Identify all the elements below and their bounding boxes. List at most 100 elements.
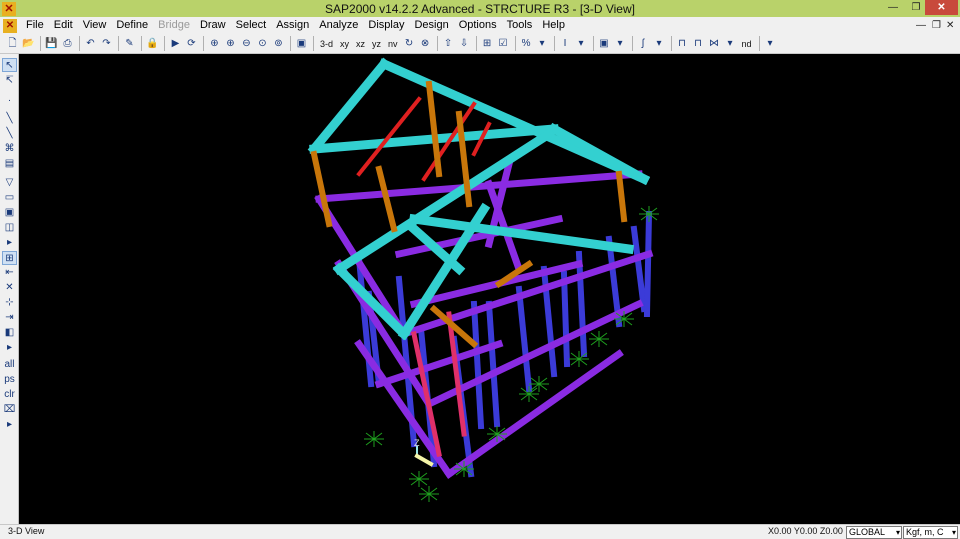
joint-support-icon[interactable] [364, 431, 384, 447]
menu-analyze[interactable]: Analyze [314, 17, 363, 34]
select-previous-icon[interactable]: ⇤ [2, 266, 17, 280]
menu-tools[interactable]: Tools [502, 17, 538, 34]
coordinate-system-select[interactable]: GLOBAL ▾ [846, 526, 902, 539]
show-all-icon[interactable]: ⌧ [2, 403, 17, 417]
percent-icon[interactable]: % [519, 36, 534, 52]
timber-frame[interactable] [375, 165, 398, 233]
dropdown-arrow-icon[interactable]: ▾ [613, 36, 628, 52]
view-3d-button[interactable]: 3-d [317, 36, 336, 52]
column-frame[interactable] [515, 285, 533, 393]
menu-display[interactable]: Display [363, 17, 409, 34]
save-icon[interactable]: 💾 [44, 36, 59, 52]
deformed-shape-icon[interactable]: ʃ [636, 36, 651, 52]
3d-view-canvas[interactable]: Z [19, 54, 960, 524]
reshape-icon[interactable]: ↸ [2, 74, 17, 88]
draw-frame-icon[interactable]: ╲ [2, 112, 17, 126]
intersecting-line-icon[interactable]: ⊹ [2, 296, 17, 310]
menu-define[interactable]: Define [111, 17, 153, 34]
menu-bridge[interactable]: Bridge [153, 17, 195, 34]
roof-beam-frame[interactable] [332, 127, 556, 276]
dropdown-arrow-icon[interactable]: ▾ [723, 36, 738, 52]
dropdown-arrow-icon[interactable]: ▾ [763, 36, 778, 52]
menu-assign[interactable]: Assign [271, 17, 314, 34]
select-all-icon[interactable]: ⊞ [2, 251, 17, 265]
dropdown-arrow-icon[interactable]: ▾ [535, 36, 550, 52]
view-yz-button[interactable]: yz [369, 36, 384, 52]
column-frame[interactable] [630, 225, 648, 313]
column-frame[interactable] [470, 300, 485, 430]
move-down-icon[interactable]: ⇩ [457, 36, 472, 52]
joint-support-icon[interactable] [529, 376, 549, 392]
zoom-window-icon[interactable]: ⊕ [207, 36, 222, 52]
clear-selection-icon[interactable]: ✕ [2, 281, 17, 295]
zoom-out-icon[interactable]: ⊖ [239, 36, 254, 52]
menu-help[interactable]: Help [537, 17, 570, 34]
redo-icon[interactable]: ↷ [99, 36, 114, 52]
quick-frame-icon[interactable]: ⌘ [2, 142, 17, 156]
draw-rect-area-icon[interactable]: ▭ [2, 191, 17, 205]
menu-draw[interactable]: Draw [195, 17, 231, 34]
mdi-minimize-button[interactable]: — [916, 17, 926, 34]
view-xz-button[interactable]: xz [353, 36, 368, 52]
rotate-icon[interactable]: ⟳ [184, 36, 199, 52]
joint-support-icon[interactable] [519, 386, 539, 402]
column-frame[interactable] [575, 250, 588, 358]
zoom-in-icon[interactable]: ⊕ [223, 36, 238, 52]
check-icon[interactable]: ☑ [496, 36, 511, 52]
run-analysis-icon[interactable]: ▶ [168, 36, 183, 52]
roof-beam-frame[interactable] [547, 122, 651, 186]
view-xy-button[interactable]: xy [337, 36, 352, 52]
refresh-icon[interactable]: ▣ [294, 36, 309, 52]
undo-icon[interactable]: ↶ [83, 36, 98, 52]
snap-midpoint-icon[interactable]: ◧ [2, 326, 17, 340]
perspective-icon[interactable]: ⊗ [418, 36, 433, 52]
menu-options[interactable]: Options [454, 17, 502, 34]
joint-support-icon[interactable] [639, 206, 659, 222]
grid-icon[interactable]: ⊞ [480, 36, 495, 52]
new-model-icon[interactable]: 🗋 [5, 36, 20, 52]
joint-support-icon[interactable] [487, 426, 507, 442]
quick-braces-icon[interactable]: ▤ [2, 157, 17, 171]
menu-edit[interactable]: Edit [49, 17, 78, 34]
open-icon[interactable]: 📂 [21, 36, 36, 52]
menu-file[interactable]: File [21, 17, 49, 34]
move-up-icon[interactable]: ⇧ [441, 36, 456, 52]
close-button[interactable]: ✕ [925, 0, 958, 15]
quick-area-icon[interactable]: ▣ [2, 206, 17, 220]
column-frame[interactable] [560, 270, 571, 368]
pencil-icon[interactable]: ✎ [122, 36, 137, 52]
zoom-fit-icon[interactable]: ⊚ [271, 36, 286, 52]
pointer-icon[interactable]: ↖ [2, 58, 17, 72]
draw-joint-icon[interactable]: · [2, 94, 17, 108]
roof-beam-frame[interactable] [307, 57, 391, 156]
draw-poly-area-icon[interactable]: ▽ [2, 176, 17, 190]
rotate-3d-icon[interactable]: ↻ [402, 36, 417, 52]
sap-logo-icon[interactable]: ✕ [2, 1, 16, 16]
expand-arrow-icon[interactable]: ▸ [2, 418, 17, 432]
menu-design[interactable]: Design [409, 17, 453, 34]
zoom-previous-icon[interactable]: ⊙ [255, 36, 270, 52]
draw-solid-icon[interactable]: ◫ [2, 221, 17, 235]
joint-support-icon[interactable] [454, 461, 474, 477]
dropdown-arrow-icon[interactable]: ▾ [574, 36, 589, 52]
view-nv-button[interactable]: nv [385, 36, 401, 52]
expand-arrow-icon[interactable]: ▸ [2, 341, 17, 355]
draw-cable-icon[interactable]: ╲ [2, 127, 17, 141]
joint-support-icon[interactable] [419, 486, 439, 502]
dropdown-arrow-icon[interactable]: ▾ [652, 36, 667, 52]
joint-support-icon[interactable] [614, 311, 634, 327]
column-frame[interactable] [643, 210, 653, 318]
joint-support-icon[interactable] [589, 331, 609, 347]
document-icon[interactable]: ✕ [3, 18, 17, 33]
snap-icon[interactable]: ⇥ [2, 311, 17, 325]
section-icon[interactable]: Ι [558, 36, 573, 52]
frame-forces-icon[interactable]: ⊓ [675, 36, 690, 52]
units-select[interactable]: Kgf, m, C ▾ [903, 526, 958, 539]
menu-view[interactable]: View [78, 17, 112, 34]
joint-support-icon[interactable] [569, 351, 589, 367]
nd-button[interactable]: nd [739, 36, 755, 52]
print-icon[interactable]: ⎙ [60, 36, 75, 52]
moment-diagram-icon[interactable]: ⋈ [707, 36, 722, 52]
select-all-text-icon[interactable]: all [2, 358, 17, 372]
mdi-close-button[interactable]: ✕ [946, 17, 954, 34]
